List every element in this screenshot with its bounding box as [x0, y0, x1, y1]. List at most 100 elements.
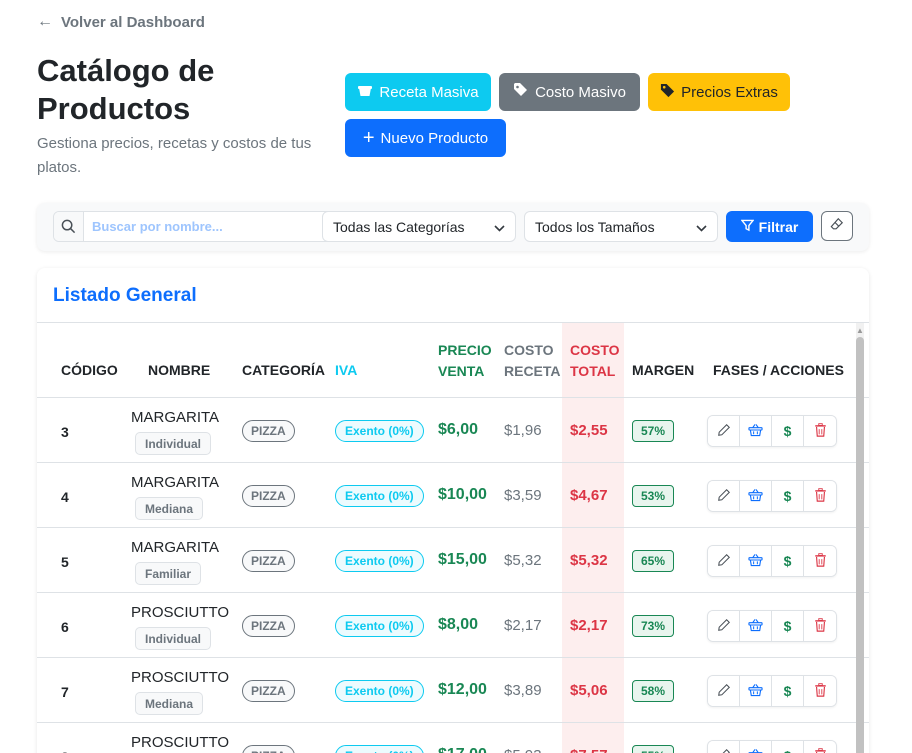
pencil-icon	[717, 618, 731, 635]
scrollbar[interactable]: ▲	[856, 323, 864, 753]
edit-button[interactable]	[708, 481, 740, 511]
total-cost: $5,32	[570, 552, 608, 569]
table-row: 5 MARGARITA Familiar PIZZA Exento (0%) $15,00…	[37, 528, 869, 593]
filter-bar: Todas las Categorías Todos los Tamaños F…	[37, 203, 869, 251]
price-button[interactable]: $	[772, 546, 804, 576]
table-row: 6 PROSCIUTTO Individual PIZZA Exento (0%) $8,…	[37, 593, 869, 658]
header-costo-total-line2: TOTAL	[570, 363, 616, 379]
header-codigo: CÓDIGO	[61, 362, 118, 378]
trash-icon	[814, 617, 827, 635]
size-badge: Individual	[135, 627, 212, 650]
product-list-card: Listado General CÓDIGO NOMBRE CATEGORÍA …	[37, 268, 869, 753]
clear-filters-button[interactable]	[821, 211, 853, 241]
receta-masiva-label: Receta Masiva	[379, 83, 479, 101]
nuevo-producto-button[interactable]: + Nuevo Producto	[345, 119, 506, 157]
delete-button[interactable]	[804, 416, 836, 446]
recipe-button[interactable]	[740, 741, 772, 753]
category-badge: PIZZA	[242, 615, 295, 637]
margin-badge: 57%	[632, 420, 675, 442]
iva-badge: Exento (0%)	[335, 680, 424, 702]
margin-badge: 55%	[632, 745, 675, 753]
page-subtitle: Gestiona precios, recetas y costos de tu…	[37, 135, 312, 176]
delete-button[interactable]	[804, 481, 836, 511]
product-code: 7	[61, 684, 69, 700]
receta-masiva-button[interactable]: Receta Masiva	[345, 73, 491, 111]
iva-badge: Exento (0%)	[335, 420, 424, 442]
header-categoria: CATEGORÍA	[242, 362, 325, 378]
product-name: MARGARITA	[131, 474, 220, 491]
header-costo-total-line1: COSTO	[570, 342, 620, 358]
price-button[interactable]: $	[772, 676, 804, 706]
product-name: MARGARITA	[131, 539, 220, 556]
recipe-cost: $2,17	[504, 617, 542, 634]
filter-button-label: Filtrar	[758, 218, 799, 235]
size-badge: Individual	[135, 432, 212, 455]
scroll-thumb[interactable]	[856, 337, 864, 753]
header-precio-line1: PRECIO	[438, 342, 492, 358]
dollar-icon: $	[783, 618, 792, 634]
search-group	[53, 211, 350, 242]
costo-masivo-label: Costo Masivo	[535, 83, 626, 101]
header-precio-line2: VENTA	[438, 363, 485, 379]
edit-button[interactable]	[708, 611, 740, 641]
table-row: 7 PROSCIUTTO Mediana PIZZA Exento (0%) $12,00…	[37, 658, 869, 723]
precios-extras-button[interactable]: Precios Extras	[648, 73, 790, 111]
size-select[interactable]: Todos los Tamaños	[524, 211, 718, 242]
row-actions: $	[707, 480, 837, 512]
recipe-cost: $5,32	[504, 552, 542, 569]
price-button[interactable]: $	[772, 416, 804, 446]
category-select[interactable]: Todas las Categorías	[322, 211, 516, 242]
category-select-value: Todas las Categorías	[333, 218, 465, 235]
row-actions: $	[707, 415, 837, 447]
plus-icon: +	[362, 127, 375, 149]
chevron-down-icon	[494, 219, 505, 235]
product-name: MARGARITA	[131, 409, 220, 426]
pencil-icon	[717, 748, 731, 753]
delete-button[interactable]	[804, 741, 836, 753]
iva-badge: Exento (0%)	[335, 745, 424, 753]
recipe-button[interactable]	[740, 611, 772, 641]
nuevo-producto-label: Nuevo Producto	[380, 129, 489, 147]
tag-icon	[660, 83, 675, 102]
scroll-up-icon[interactable]: ▲	[856, 326, 864, 335]
table-row: 3 MARGARITA Individual PIZZA Exento (0%) $6,0…	[37, 398, 869, 463]
price-button[interactable]: $	[772, 611, 804, 641]
margin-badge: 73%	[632, 615, 675, 637]
eraser-icon	[830, 217, 844, 236]
product-code: 4	[61, 489, 69, 505]
basket-icon	[748, 488, 763, 505]
recipe-button[interactable]	[740, 676, 772, 706]
price-button[interactable]: $	[772, 481, 804, 511]
table-header: CÓDIGO NOMBRE CATEGORÍA IVA PRECIO VENTA…	[37, 323, 869, 398]
delete-button[interactable]	[804, 676, 836, 706]
filter-button[interactable]: Filtrar	[726, 211, 813, 242]
sale-price: $8,00	[438, 616, 479, 633]
dollar-icon: $	[783, 553, 792, 569]
total-cost: $2,17	[570, 617, 608, 634]
table-row: 8PROSCIUTTOFamiliarPIZZAExento (0%)$17,0…	[37, 723, 869, 753]
sale-price: $6,00	[438, 421, 479, 438]
dollar-icon: $	[783, 423, 792, 439]
back-to-dashboard-link[interactable]: ← Volver al Dashboard	[37, 13, 205, 31]
row-actions: $	[707, 675, 837, 707]
recipe-button[interactable]	[740, 416, 772, 446]
edit-button[interactable]	[708, 741, 740, 753]
list-title: Listado General	[53, 285, 197, 306]
sale-price: $15,00	[438, 551, 487, 568]
price-button[interactable]: $	[772, 741, 804, 753]
search-input[interactable]	[84, 212, 349, 241]
table-row: 4 MARGARITA Mediana PIZZA Exento (0%) $10,00 $…	[37, 463, 869, 528]
edit-button[interactable]	[708, 676, 740, 706]
delete-button[interactable]	[804, 611, 836, 641]
recipe-button[interactable]	[740, 481, 772, 511]
edit-button[interactable]	[708, 416, 740, 446]
dollar-icon: $	[784, 748, 792, 753]
costo-masivo-button[interactable]: Costo Masivo	[499, 73, 640, 111]
basket-icon	[357, 83, 373, 101]
page-title: Catálogo de Productos	[37, 53, 215, 126]
sale-price: $10,00	[438, 486, 487, 503]
funnel-icon	[740, 219, 755, 235]
recipe-button[interactable]	[740, 546, 772, 576]
edit-button[interactable]	[708, 546, 740, 576]
delete-button[interactable]	[804, 546, 836, 576]
